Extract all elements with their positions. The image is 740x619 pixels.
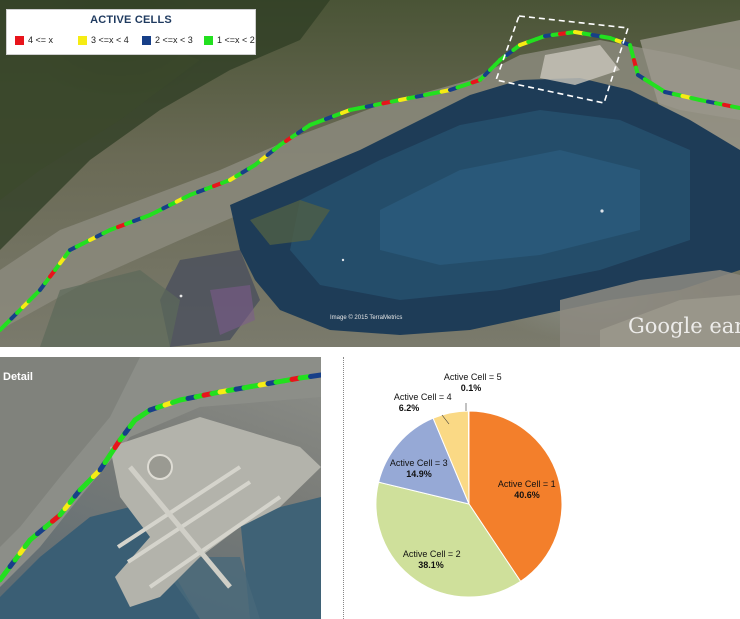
legend-label: 3 <=x < 4 — [91, 35, 129, 45]
active-cells-pie-chart: Active Cell = 5 0.1% Active Cell = 4 6.2… — [345, 357, 740, 619]
pie-label-slice-4: Active Cell = 4 6.2% — [394, 387, 456, 413]
legend-label: 1 <=x < 2 — [217, 35, 255, 45]
detail-label: Detail — [3, 371, 33, 383]
legend-label: 2 <=x < 3 — [155, 35, 193, 45]
imagery-credit: Image © 2015 TerraMetrics — [330, 315, 403, 321]
route-segment — [730, 104, 740, 110]
detail-imagery — [0, 357, 321, 619]
overview-satellite-map: ACTIVE CELLS 4 <= x 3 <=x < 4 2 <=x < 3 … — [0, 0, 740, 347]
legend-item-1-to-2: 1 <=x < 2 — [204, 35, 255, 45]
legend-swatch-blue — [142, 35, 151, 45]
pie-slices — [375, 410, 563, 598]
pie-chart-svg: Active Cell = 5 0.1% Active Cell = 4 6.2… — [375, 372, 563, 598]
legend-label: 4 <= x — [28, 35, 54, 45]
legend-swatch-yellow — [78, 35, 87, 45]
legend-item-2-to-3: 2 <=x < 3 — [142, 35, 193, 45]
google-earth-logo: Google earth — [628, 314, 740, 338]
legend-title: ACTIVE CELLS — [90, 14, 172, 26]
detail-route-segment — [308, 372, 321, 379]
legend-item-4-plus: 4 <= x — [15, 35, 53, 45]
legend-swatch-red — [15, 35, 24, 45]
legend-swatch-green — [204, 35, 213, 45]
legend-item-3-to-4: 3 <=x < 4 — [78, 35, 129, 45]
detail-satellite-map: Detail — [0, 357, 321, 619]
map-legend: ACTIVE CELLS 4 <= x 3 <=x < 4 2 <=x < 3 … — [6, 9, 256, 55]
pie-slice-5 — [467, 410, 470, 505]
panel-divider — [343, 357, 344, 619]
